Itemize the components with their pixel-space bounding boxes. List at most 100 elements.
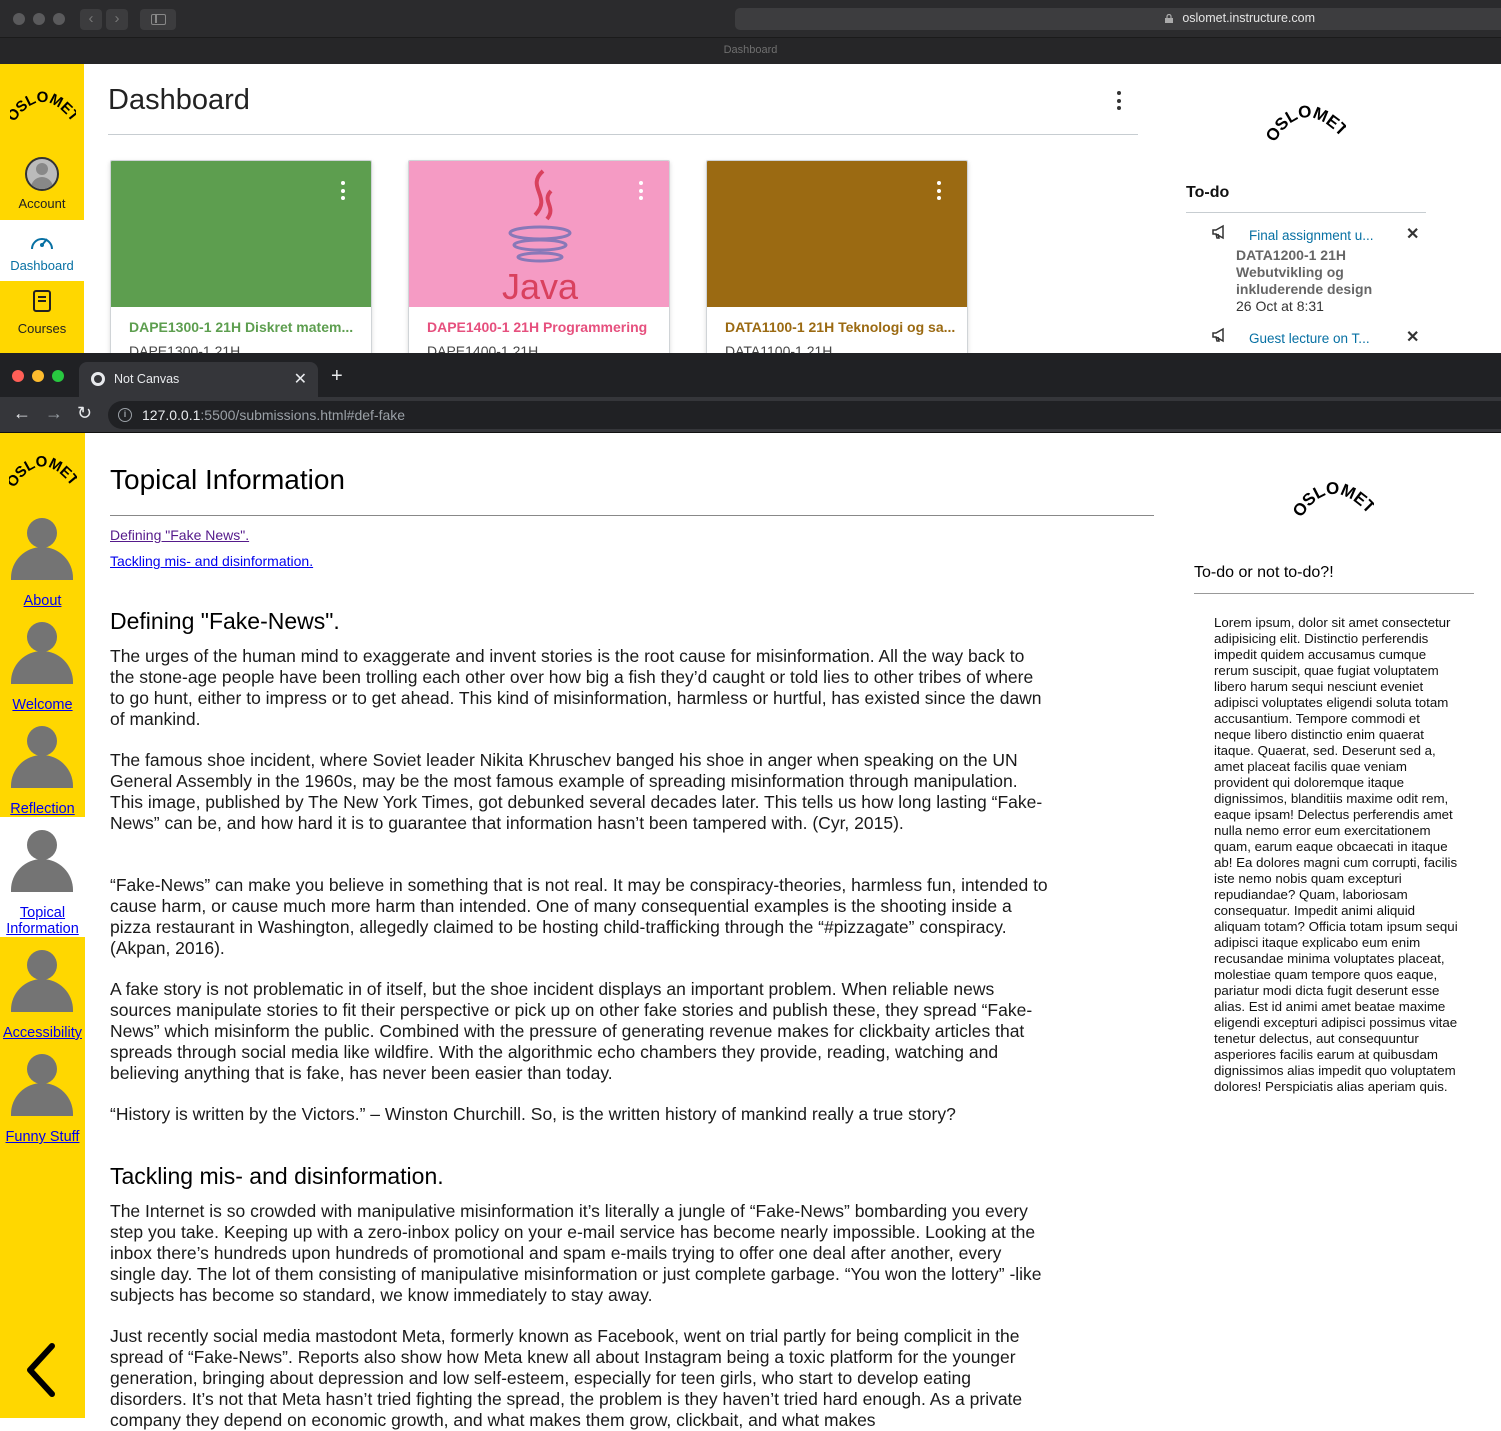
sidebar-link-funny-stuff[interactable]: Funny Stuff bbox=[0, 1129, 85, 1145]
todo-divider bbox=[1194, 593, 1474, 594]
zoom-window-button[interactable] bbox=[53, 13, 65, 25]
dismiss-close-icon[interactable]: ✕ bbox=[1406, 327, 1419, 347]
sidebar-item-reflection[interactable]: Reflection bbox=[0, 722, 85, 826]
nav-dashboard-label: Dashboard bbox=[10, 258, 74, 273]
close-tab-icon[interactable]: ✕ bbox=[294, 369, 307, 389]
omnibox[interactable]: i 127.0.0.1:5500/submissions.html#def-fa… bbox=[108, 401, 1501, 429]
sidebar-toggle-icon[interactable] bbox=[140, 9, 176, 30]
sidebar-link-about[interactable]: About bbox=[0, 593, 85, 609]
toc-link-tackling-misinformation[interactable]: Tackling mis- and disinformation. bbox=[110, 553, 313, 569]
todo-item-1-date: 26 Oct at 8:31 bbox=[1236, 298, 1324, 314]
back-button[interactable]: ‹ bbox=[80, 9, 102, 30]
oslomet-logo[interactable]: OSLOMET bbox=[9, 452, 77, 494]
canvas-browser-window: ‹ › oslomet.instructure.com Dashboard OS… bbox=[0, 0, 1501, 353]
nav-account[interactable]: Account bbox=[0, 154, 84, 220]
account-avatar-icon bbox=[25, 157, 59, 191]
user-avatar-icon bbox=[11, 1054, 73, 1116]
section-heading-defining: Defining "Fake-News". bbox=[110, 608, 340, 634]
minimize-window-button[interactable] bbox=[32, 370, 44, 382]
oslomet-logo-right: OSLOMET bbox=[1266, 102, 1346, 145]
todo-item-2-title[interactable]: Guest lecture on T... bbox=[1249, 330, 1370, 348]
address-text: oslomet.instructure.com bbox=[1182, 11, 1315, 25]
course-card-title[interactable]: DATA1100-1 21H Teknologi og sa... bbox=[725, 319, 955, 335]
new-tab-icon[interactable]: + bbox=[331, 365, 343, 388]
svg-text:OSLOMET: OSLOMET bbox=[1292, 479, 1374, 521]
oslomet-logo-right: OSLOMET bbox=[1292, 479, 1374, 521]
svg-text:OSLOMET: OSLOMET bbox=[1266, 102, 1346, 145]
sidebar-link-topical-information[interactable]: Topical Information bbox=[0, 905, 85, 937]
title-divider bbox=[108, 134, 1138, 135]
toc-link-defining-fake-news[interactable]: Defining "Fake News". bbox=[110, 527, 249, 543]
todo-heading: To-do bbox=[1186, 184, 1230, 201]
forward-button[interactable]: › bbox=[106, 9, 128, 30]
oslomet-logo-graphic: OSLOMET bbox=[4, 89, 83, 125]
sidebar-link-reflection[interactable]: Reflection bbox=[0, 801, 85, 817]
todo-item-1-title[interactable]: Final assignment u... bbox=[1249, 227, 1374, 245]
page-title: Dashboard bbox=[108, 84, 250, 116]
course-card-title[interactable]: DAPE1400-1 21H Programmering bbox=[427, 319, 647, 335]
java-logo-icon: Java bbox=[502, 169, 579, 303]
user-avatar-icon bbox=[11, 950, 73, 1012]
address-bar[interactable]: oslomet.instructure.com bbox=[735, 8, 1501, 30]
paragraph: Just recently social media mastodont Met… bbox=[110, 1326, 1023, 1430]
sidebar-item-topical-information[interactable]: Topical Information bbox=[0, 826, 85, 938]
tab-dashboard[interactable]: Dashboard bbox=[0, 38, 1501, 64]
paragraph: A fake story is not problematic in of it… bbox=[110, 979, 1033, 1083]
paragraph: “History is written by the Victors.” – W… bbox=[110, 1104, 956, 1124]
chrome-toolbar: ← → ↻ i 127.0.0.1:5500/submissions.html#… bbox=[0, 397, 1501, 433]
oslomet-logo[interactable]: OSLOMET bbox=[4, 88, 83, 128]
svg-text:OSLOMET: OSLOMET bbox=[10, 89, 76, 125]
todo-heading: To-do or not to-do?! bbox=[1194, 564, 1334, 581]
course-card-title[interactable]: DAPE1300-1 21H Diskret matem... bbox=[129, 319, 353, 335]
page-title: Topical Information bbox=[110, 464, 346, 495]
globe-icon bbox=[91, 372, 105, 386]
user-avatar-icon bbox=[11, 518, 73, 580]
dismiss-close-icon[interactable]: ✕ bbox=[1406, 224, 1419, 244]
user-avatar-icon bbox=[11, 726, 73, 788]
todo-lorem-text: Lorem ipsum, dolor sit amet consectetur … bbox=[1214, 615, 1458, 1094]
minimize-window-button[interactable] bbox=[33, 13, 45, 25]
course-card-data1100[interactable]: DATA1100-1 21H Teknologi og sa... DATA11… bbox=[706, 160, 968, 353]
safari-toolbar: ‹ › oslomet.instructure.com bbox=[0, 0, 1501, 38]
paragraph: The famous shoe incident, where Soviet l… bbox=[110, 750, 1043, 833]
course-card-header[interactable]: Java bbox=[409, 161, 669, 307]
close-window-button[interactable] bbox=[12, 370, 24, 382]
course-card-dape1300[interactable]: DAPE1300-1 21H Diskret matem... DAPE1300… bbox=[110, 160, 372, 353]
card-options-icon[interactable] bbox=[937, 181, 941, 204]
sidebar-item-accessibility[interactable]: Accessibility bbox=[0, 946, 85, 1050]
zoom-window-button[interactable] bbox=[52, 370, 64, 382]
todo-item-1-course: DATA1200-1 21H Webutvikling og inkludere… bbox=[1236, 247, 1373, 314]
site-info-icon[interactable]: i bbox=[118, 408, 132, 422]
nav-courses[interactable]: Courses bbox=[0, 281, 84, 341]
nav-dashboard[interactable]: Dashboard bbox=[0, 220, 84, 281]
chevron-left-icon[interactable] bbox=[22, 1340, 62, 1400]
todo-divider bbox=[1186, 212, 1426, 213]
course-card-header[interactable] bbox=[111, 161, 371, 307]
courses-book-icon bbox=[33, 290, 51, 312]
close-window-button[interactable] bbox=[13, 13, 25, 25]
svg-text:Java: Java bbox=[502, 266, 579, 303]
paragraph: “Fake-News” can make you believe in some… bbox=[110, 875, 1048, 958]
sidebar-link-accessibility[interactable]: Accessibility bbox=[0, 1025, 85, 1041]
lock-icon bbox=[1165, 14, 1173, 23]
reload-icon[interactable]: ↻ bbox=[77, 403, 92, 424]
back-arrow-icon[interactable]: ← bbox=[13, 403, 31, 424]
sidebar-item-welcome[interactable]: Welcome bbox=[0, 618, 85, 722]
sidebar-item-funny-stuff[interactable]: Funny Stuff bbox=[0, 1050, 85, 1154]
section-heading-tackling: Tackling mis- and disinformation. bbox=[110, 1163, 444, 1189]
tab-not-canvas[interactable]: Not Canvas ✕ bbox=[79, 362, 318, 397]
forward-arrow-icon[interactable]: → bbox=[45, 403, 63, 424]
card-options-icon[interactable] bbox=[639, 181, 643, 204]
title-divider bbox=[110, 515, 1154, 516]
user-avatar-icon bbox=[11, 622, 73, 684]
course-card-code: DATA1100-1 21H bbox=[725, 343, 833, 353]
dashboard-options-icon[interactable] bbox=[1117, 91, 1121, 114]
card-options-icon[interactable] bbox=[341, 181, 345, 204]
course-card-dape1400[interactable]: Java DAPE1400-1 21H Programmering DAPE14… bbox=[408, 160, 670, 353]
svg-text:OSLOMET: OSLOMET bbox=[9, 453, 77, 490]
sidebar-link-welcome[interactable]: Welcome bbox=[0, 697, 85, 713]
paragraph: The urges of the human mind to exaggerat… bbox=[110, 646, 1042, 729]
course-card-header[interactable] bbox=[707, 161, 967, 307]
sidebar-item-about[interactable]: About bbox=[0, 514, 85, 618]
course-card-code: DAPE1400-1 21H bbox=[427, 343, 539, 353]
